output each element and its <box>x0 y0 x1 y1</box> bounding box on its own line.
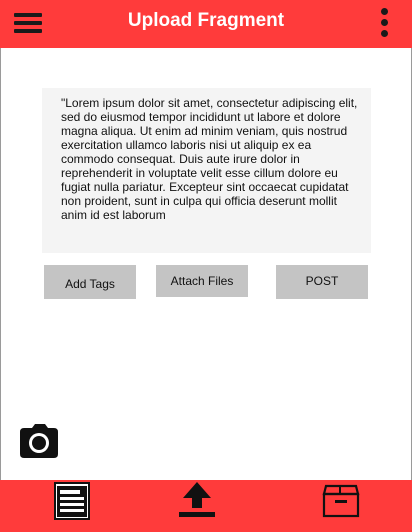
fragment-text-area[interactable]: "Lorem ipsum dolor sit amet, consectetur… <box>42 88 371 253</box>
add-tags-button[interactable]: Add Tags <box>44 265 136 299</box>
more-vertical-icon[interactable] <box>378 8 392 38</box>
app-header: Upload Fragment <box>0 0 412 48</box>
attach-files-button[interactable]: Attach Files <box>156 265 248 297</box>
camera-icon[interactable] <box>20 424 58 458</box>
page-title: Upload Fragment <box>127 10 285 31</box>
upload-icon[interactable] <box>177 480 217 518</box>
newspaper-icon[interactable] <box>54 482 90 520</box>
bottom-nav <box>0 480 412 532</box>
post-button[interactable]: POST <box>276 265 368 299</box>
archive-box-icon[interactable] <box>320 484 360 518</box>
